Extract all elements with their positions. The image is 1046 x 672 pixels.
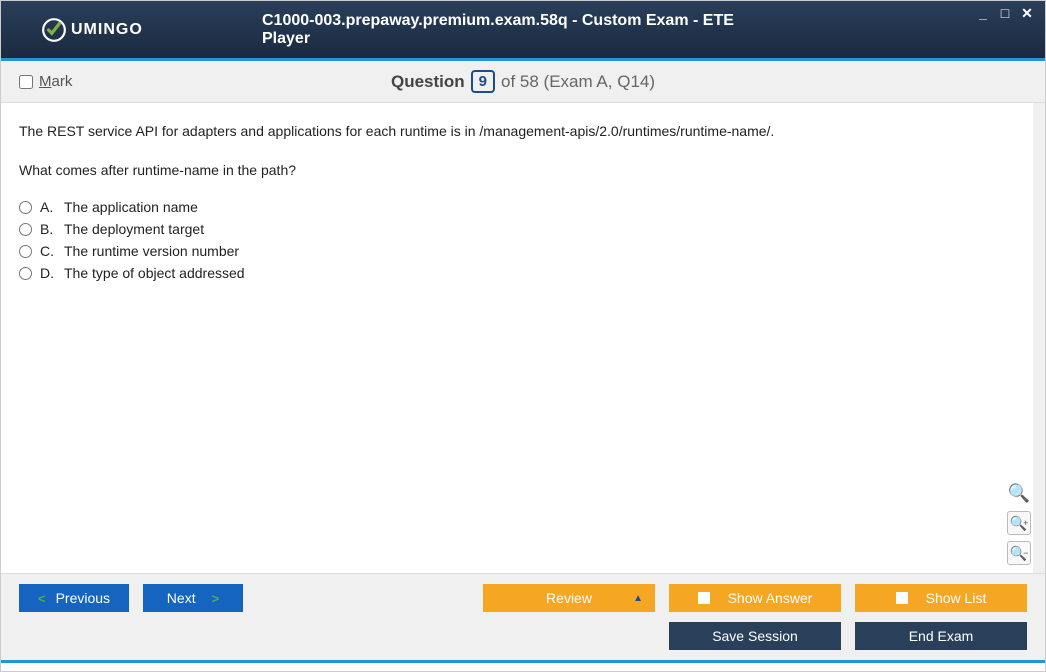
- chevron-right-icon: >: [212, 591, 220, 606]
- search-icon[interactable]: 🔍: [1007, 481, 1031, 505]
- checkbox-icon: [698, 592, 710, 604]
- previous-button[interactable]: < Previous: [19, 584, 129, 612]
- mark-label: Mark: [39, 73, 72, 90]
- show-list-button[interactable]: Show List: [855, 584, 1027, 612]
- show-answer-button[interactable]: Show Answer: [669, 584, 841, 612]
- question-text-1: The REST service API for adapters and ap…: [19, 121, 1015, 142]
- radio-a[interactable]: [19, 201, 32, 214]
- review-button[interactable]: Review ▲: [483, 584, 655, 612]
- question-number: 9: [471, 70, 495, 93]
- zoom-tools: 🔍 🔍+ 🔍−: [1007, 481, 1031, 565]
- radio-b[interactable]: [19, 223, 32, 236]
- option-c[interactable]: C. The runtime version number: [19, 243, 1015, 259]
- chevron-left-icon: <: [38, 591, 46, 606]
- question-text-2: What comes after runtime-name in the pat…: [19, 160, 1015, 181]
- maximize-icon[interactable]: □: [997, 5, 1013, 22]
- triangle-up-icon: ▲: [633, 593, 643, 604]
- option-b[interactable]: B. The deployment target: [19, 221, 1015, 237]
- question-suffix: of 58 (Exam A, Q14): [501, 72, 655, 92]
- radio-c[interactable]: [19, 245, 32, 258]
- minimize-icon[interactable]: _: [975, 5, 991, 22]
- end-exam-button[interactable]: End Exam: [855, 622, 1027, 650]
- option-d[interactable]: D. The type of object addressed: [19, 265, 1015, 281]
- question-counter: Question 9 of 58 (Exam A, Q14): [391, 70, 655, 93]
- question-label: Question: [391, 72, 465, 92]
- brand-text: UMINGO: [71, 21, 143, 39]
- window-controls: _ □ ✕: [975, 5, 1035, 22]
- footer: < Previous Next > Review ▲ Show Answer S…: [1, 573, 1045, 660]
- save-session-button[interactable]: Save Session: [669, 622, 841, 650]
- zoom-out-icon[interactable]: 🔍−: [1007, 541, 1031, 565]
- option-a[interactable]: A. The application name: [19, 199, 1015, 215]
- bottom-accent: [1, 660, 1045, 663]
- next-button[interactable]: Next >: [143, 584, 243, 612]
- title-bar: UMINGO C1000-003.prepaway.premium.exam.5…: [1, 1, 1045, 61]
- question-content: The REST service API for adapters and ap…: [1, 103, 1045, 573]
- mark-checkbox-wrap[interactable]: Mark: [19, 73, 72, 90]
- answer-options: A. The application name B. The deploymen…: [19, 199, 1015, 281]
- app-logo: UMINGO: [41, 17, 143, 43]
- close-icon[interactable]: ✕: [1019, 5, 1035, 22]
- question-bar: Mark Question 9 of 58 (Exam A, Q14): [1, 61, 1045, 103]
- mark-checkbox[interactable]: [19, 75, 33, 89]
- window-title: C1000-003.prepaway.premium.exam.58q - Cu…: [262, 12, 784, 48]
- checkbox-icon: [896, 592, 908, 604]
- radio-d[interactable]: [19, 267, 32, 280]
- zoom-in-icon[interactable]: 🔍+: [1007, 511, 1031, 535]
- check-icon: [41, 17, 67, 43]
